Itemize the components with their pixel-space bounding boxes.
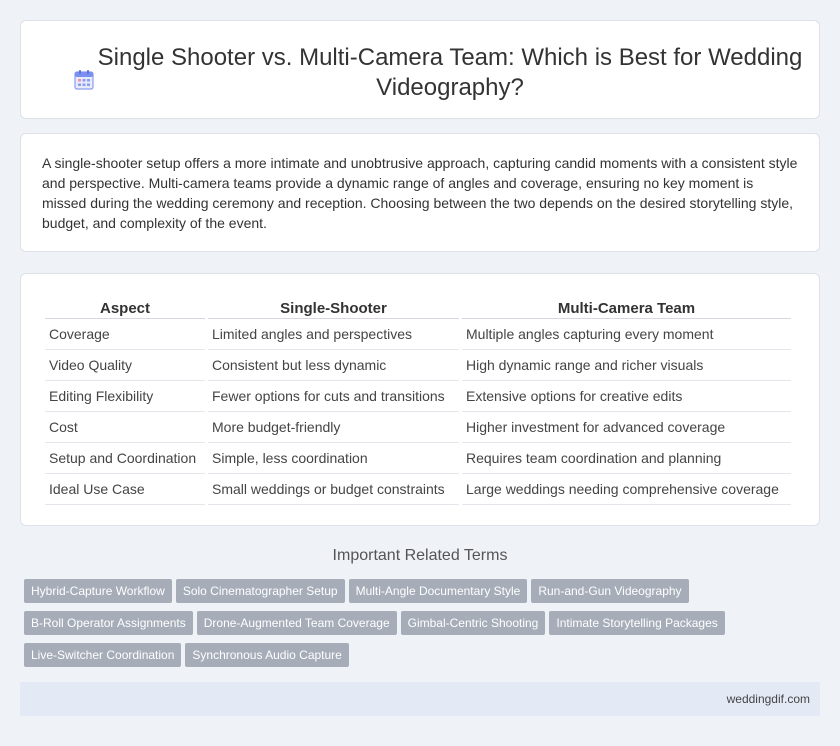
header-aspect: Aspect bbox=[45, 295, 205, 319]
intro-paragraph: A single-shooter setup offers a more int… bbox=[42, 155, 798, 231]
table-cell: Higher investment for advanced coverage bbox=[462, 412, 791, 443]
table-row: Cost More budget-friendly Higher investmen… bbox=[45, 412, 791, 443]
table-row: Setup and Coordination Simple, less coord… bbox=[45, 443, 791, 474]
table-cell: Simple, less coordination bbox=[208, 443, 459, 474]
table-cell: Ideal Use Case bbox=[45, 474, 205, 505]
table-header-row: Aspect Single-Shooter Multi-Camera Team bbox=[45, 295, 791, 319]
table-row: Editing Flexibility Fewer options for cut… bbox=[45, 381, 791, 412]
related-term-tag[interactable]: Solo Cinematographer Setup bbox=[175, 579, 345, 603]
related-term-tag[interactable]: B-Roll Operator Assignments bbox=[24, 611, 193, 635]
related-term-tag[interactable]: Live-Switcher Coordination bbox=[24, 643, 182, 667]
related-terms-title: Important Related Terms bbox=[332, 547, 508, 564]
related-term-tag[interactable]: Gimbal-Centric Shooting bbox=[400, 611, 546, 635]
header-single-shooter: Single-Shooter bbox=[208, 295, 459, 319]
table-cell: Limited angles and perspectives bbox=[208, 319, 459, 350]
header-multi-camera: Multi-Camera Team bbox=[462, 295, 791, 319]
table-cell: More budget-friendly bbox=[208, 412, 459, 443]
table-cell: Consistent but less dynamic bbox=[208, 350, 459, 381]
related-term-tag[interactable]: Drone-Augmented Team Coverage bbox=[196, 611, 397, 635]
table-row: Coverage Limited angles and perspectives M… bbox=[45, 319, 791, 350]
page-title: Single Shooter vs. Multi-Camera Team: Wh… bbox=[97, 44, 803, 101]
table-cell: Large weddings needing comprehensive cov… bbox=[462, 474, 791, 505]
table-cell: Setup and Coordination bbox=[45, 443, 205, 474]
table-cell: Requires team coordination and planning bbox=[462, 443, 791, 474]
table-cell: Video Quality bbox=[45, 350, 205, 381]
title-card: Single Shooter vs. Multi-Camera Team: Wh… bbox=[20, 20, 820, 119]
footer: weddingdif.com bbox=[20, 682, 820, 716]
table-cell: Coverage bbox=[45, 319, 205, 350]
related-term-tag[interactable]: Run-and-Gun Videography bbox=[531, 579, 689, 603]
table-cell: Multiple angles capturing every moment bbox=[462, 319, 791, 350]
table-cell: Extensive options for creative edits bbox=[462, 381, 791, 412]
table-cell: Fewer options for cuts and transitions bbox=[208, 381, 459, 412]
related-term-tag[interactable]: Synchronous Audio Capture bbox=[185, 643, 349, 667]
table-row: Ideal Use Case Small weddings or budget c… bbox=[45, 474, 791, 505]
related-term-tag[interactable]: Multi-Angle Documentary Style bbox=[348, 579, 528, 603]
comparison-table: Aspect Single-Shooter Multi-Camera Team … bbox=[42, 295, 794, 505]
table-row: Video Quality Consistent but less dynamic… bbox=[45, 350, 791, 381]
table-cell: Editing Flexibility bbox=[45, 381, 205, 412]
related-term-tag[interactable]: Intimate Storytelling Packages bbox=[549, 611, 725, 635]
related-terms-list: Hybrid-Capture Workflow Solo Cinematograp… bbox=[24, 579, 784, 675]
table-cell: Small weddings or budget constraints bbox=[208, 474, 459, 505]
table-cell: High dynamic range and richer visuals bbox=[462, 350, 791, 381]
table-cell: Cost bbox=[45, 412, 205, 443]
table-body: Coverage Limited angles and perspectives M… bbox=[45, 319, 791, 505]
comparison-card: Aspect Single-Shooter Multi-Camera Team … bbox=[20, 273, 820, 526]
footer-site-link[interactable]: weddingdif.com bbox=[727, 692, 810, 706]
related-term-tag[interactable]: Hybrid-Capture Workflow bbox=[24, 579, 172, 603]
intro-card: A single-shooter setup offers a more int… bbox=[20, 133, 820, 252]
